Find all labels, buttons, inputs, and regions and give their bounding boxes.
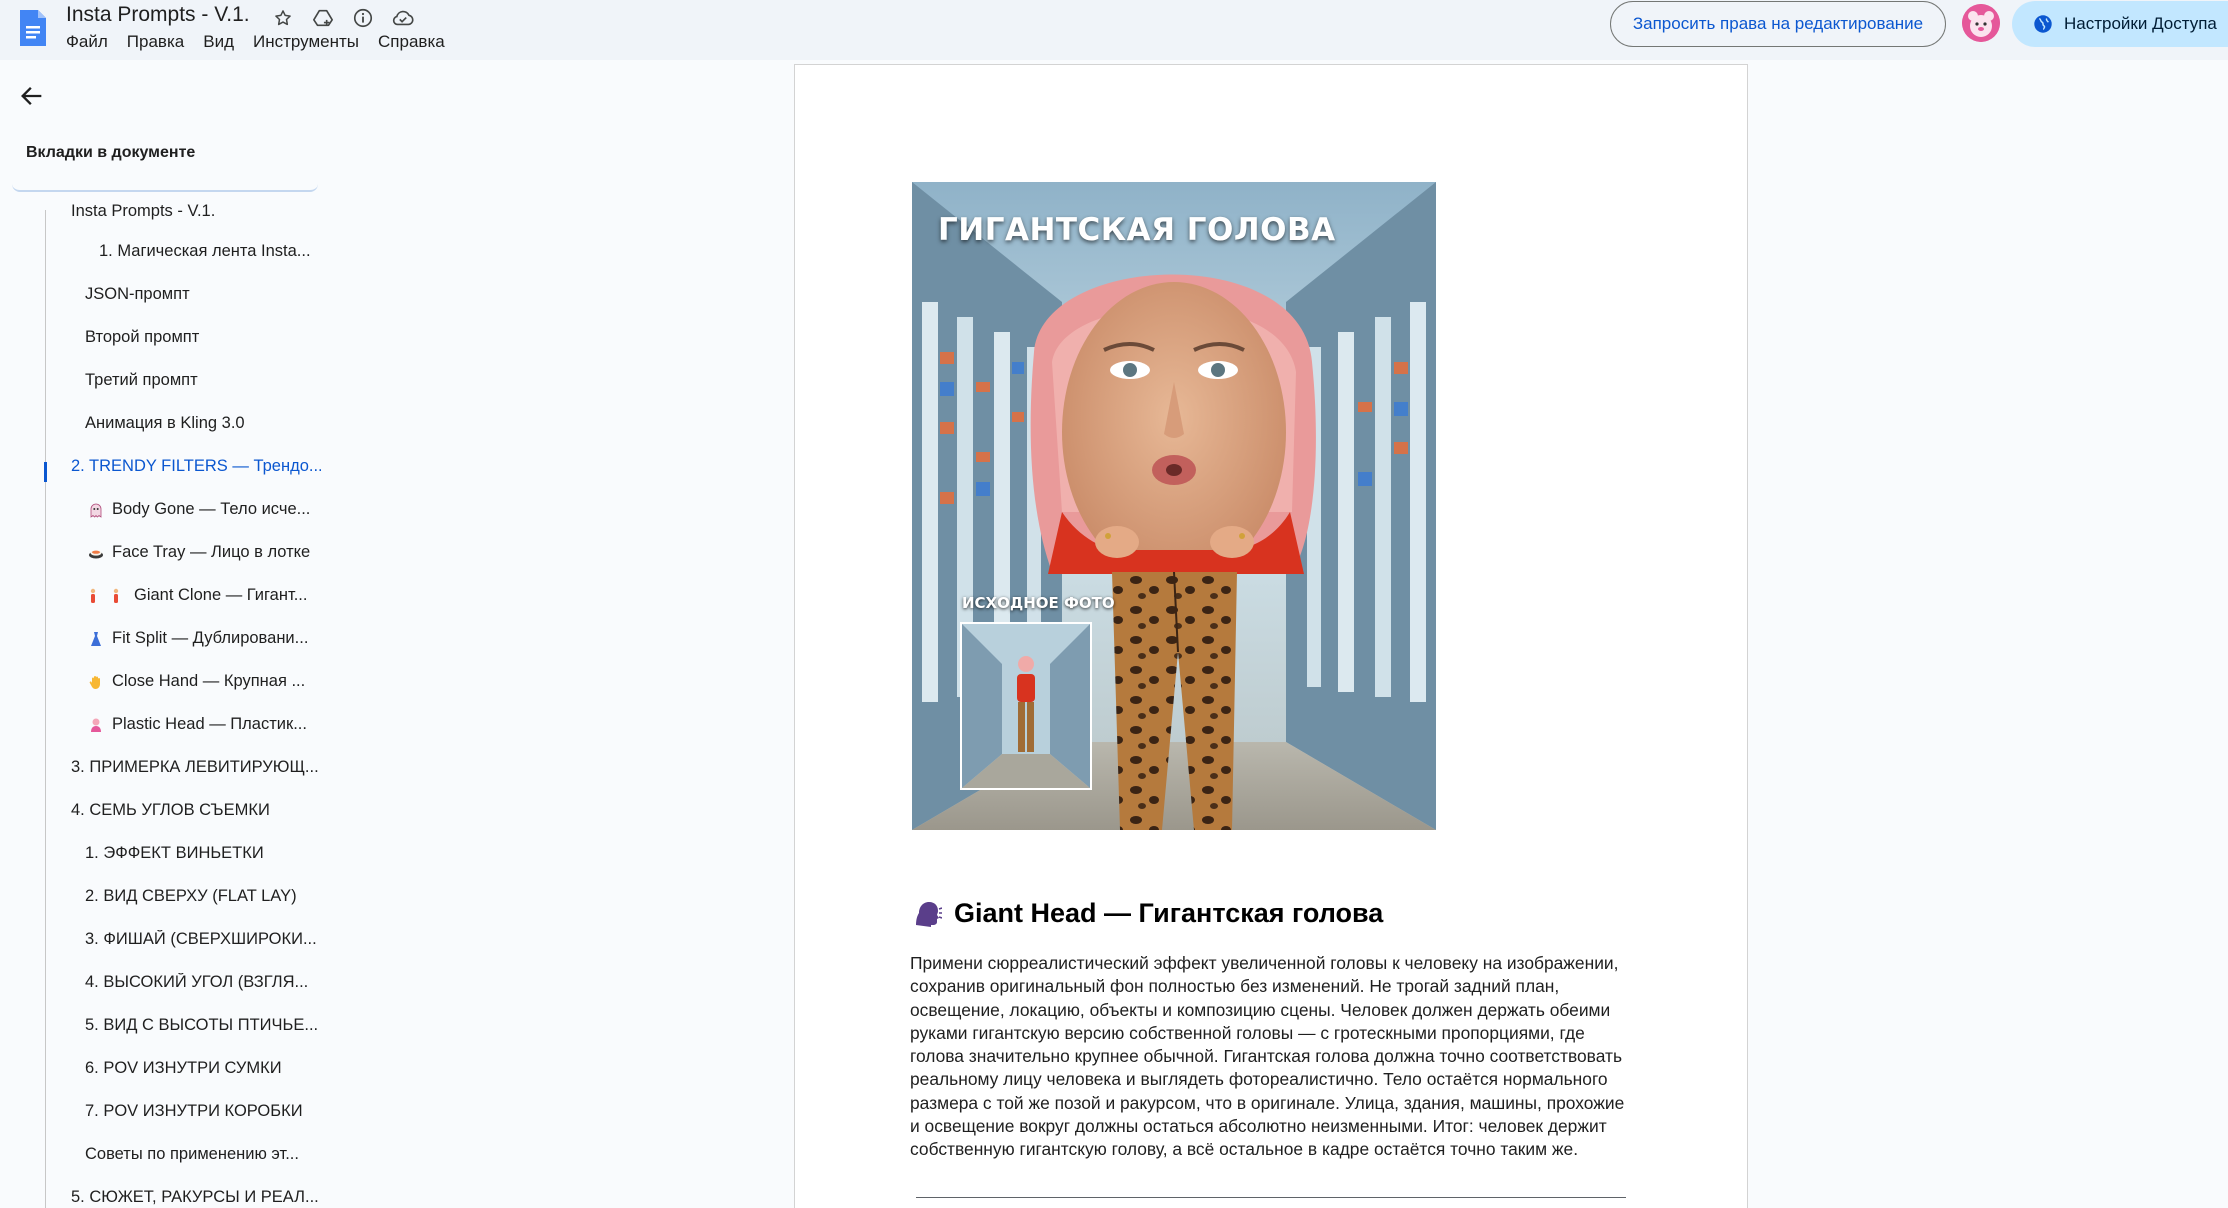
star-icon[interactable]	[270, 5, 296, 31]
tab-face-tray[interactable]: Face Tray — Лицо в лотке	[88, 543, 321, 562]
active-tab-indicator	[44, 462, 47, 482]
tab-seven-angles[interactable]: 4. СЕМЬ УГЛОВ СЪЕМКИ	[71, 801, 321, 820]
tab-label: 2. ВИД СВЕРХУ (FLAT LAY)	[85, 887, 297, 905]
tab-giant-clone[interactable]: Giant Clone — Гигант...	[88, 586, 321, 605]
sidebar-divider	[12, 184, 318, 192]
tab-label: 4. ВЫСОКИЙ УГОЛ (ВЗГЛЯ...	[85, 973, 309, 991]
tab-high-angle[interactable]: 4. ВЫСОКИЙ УГОЛ (ВЗГЛЯ...	[85, 973, 321, 992]
tab-second-prompt[interactable]: Второй промпт	[85, 328, 321, 347]
tab-insta-prompts[interactable]: Insta Prompts - V.1.	[71, 202, 321, 221]
tab-label: 1. ЭФФЕКТ ВИНЬЕТКИ	[85, 844, 264, 862]
tab-vignette-effect[interactable]: 1. ЭФФЕКТ ВИНЬЕТКИ	[85, 844, 321, 863]
body-line: освещение, локацию, объекты и композицию…	[910, 999, 1611, 1020]
giant-head-example-image[interactable]: ГИГАНТСКАЯ ГОЛОВА ИСХОДНОЕ ФОТО	[912, 182, 1436, 830]
tab-label: Второй промпт	[85, 328, 200, 346]
tab-label: Анимация в Kling 3.0	[85, 414, 245, 432]
document-tabs-sidebar: Вкладки в документе Insta Prompts - V.1.…	[0, 60, 330, 1208]
body-line: собственную гигантскую голову, а всё ост…	[910, 1139, 1579, 1160]
horizontal-rule	[916, 1197, 1626, 1198]
globe-icon	[2034, 15, 2052, 33]
tab-fisheye[interactable]: 3. ФИШАЙ (СВЕРХШИРОКИ...	[85, 930, 321, 949]
tab-close-hand[interactable]: Close Hand — Крупная ...	[88, 672, 321, 691]
back-arrow-icon[interactable]	[18, 82, 46, 110]
body-line: и освещение вокруг должны остаться абсол…	[910, 1116, 1607, 1137]
body-line: голова значительно крупнее обычной. Гига…	[910, 1046, 1623, 1067]
inset-label: ИСХОДНОЕ ФОТО	[962, 594, 1115, 612]
tab-plot-angles[interactable]: 5. СЮЖЕТ, РАКУРСЫ И РЕАЛ...	[71, 1188, 321, 1207]
tab-flat-lay[interactable]: 2. ВИД СВЕРХУ (FLAT LAY)	[85, 887, 321, 906]
speaking-head-emoji-icon	[916, 901, 942, 927]
tab-label: 7. POV ИЗНУТРИ КОРОБКИ	[85, 1102, 303, 1120]
tab-label: 2. TRENDY FILTERS — Трендо...	[71, 457, 321, 475]
body-line: руками гигантскую версию собственной гол…	[910, 1022, 1585, 1043]
menu-bar: Файл Правка Вид Инструменты Справка	[66, 32, 464, 52]
tab-fit-split[interactable]: Fit Split — Дублировани...	[88, 629, 321, 648]
tab-label: 1. Магическая лента Insta...	[99, 242, 311, 260]
tab-label: Close Hand — Крупная ...	[112, 672, 306, 690]
tab-tips[interactable]: Советы по применению эт...	[85, 1145, 321, 1164]
section-heading: Giant Head — Гигантская голова	[912, 898, 1383, 929]
sidebar-heading: Вкладки в документе	[26, 144, 196, 161]
tab-label: 4. СЕМЬ УГЛОВ СЪЕМКИ	[71, 801, 270, 819]
tab-label: Face Tray — Лицо в лотке	[112, 543, 311, 561]
body-line: реальному лицу человека и выглядеть фото…	[910, 1069, 1608, 1090]
share-settings-label: Настройки Доступа	[2064, 14, 2217, 33]
tab-label: Body Gone — Тело исче...	[112, 500, 311, 518]
doll-emoji-icon	[91, 718, 101, 732]
body-line: размера с той же позой и ракурсом, что в…	[910, 1092, 1625, 1113]
tab-label: Третий промпт	[85, 371, 198, 389]
info-icon[interactable]	[350, 5, 376, 31]
document-title[interactable]: Insta Prompts - V.1.	[66, 3, 250, 27]
top-bar: Insta Prompts - V.1. Файл Правка Вид Инс…	[0, 0, 2228, 60]
menu-edit[interactable]: Правка	[127, 32, 184, 52]
title-icons	[270, 5, 416, 31]
cloud-saved-icon[interactable]	[390, 5, 416, 31]
tab-label: Fit Split — Дублировани...	[112, 629, 309, 647]
tab-kling-animation[interactable]: Анимация в Kling 3.0	[85, 414, 321, 433]
tab-label: Советы по применению эт...	[85, 1145, 299, 1163]
tab-label: 3. ФИШАЙ (СВЕРХШИРОКИ...	[85, 930, 317, 948]
tab-trendy-filters[interactable]: 2. TRENDY FILTERS — Трендо...	[71, 457, 321, 476]
tab-magic-feed[interactable]: 1. Магическая лента Insta...	[99, 242, 321, 261]
menu-view[interactable]: Вид	[203, 32, 234, 52]
docs-logo-icon[interactable]	[18, 8, 48, 48]
tab-pov-box[interactable]: 7. POV ИЗНУТРИ КОРОБКИ	[85, 1102, 321, 1121]
body-line: сохранив оригинальный фон полностью без …	[910, 976, 1560, 997]
share-settings-button[interactable]: Настройки Доступа	[2012, 1, 2228, 47]
tree-line	[45, 210, 46, 1208]
tab-label: Plastic Head — Пластик...	[112, 715, 307, 733]
tab-json-prompt[interactable]: JSON-промпт	[85, 285, 321, 304]
tab-label: Giant Clone — Гигант...	[134, 586, 308, 604]
tab-label: JSON-промпт	[85, 285, 190, 303]
two-people-emoji-icon	[90, 588, 119, 603]
tab-label: 5. СЮЖЕТ, РАКУРСЫ И РЕАЛ...	[71, 1188, 319, 1206]
tab-pov-bag[interactable]: 6. POV ИЗНУТРИ СУМКИ	[85, 1059, 321, 1078]
original-photo-inset	[960, 622, 1092, 790]
tab-plastic-head[interactable]: Plastic Head — Пластик...	[88, 715, 321, 734]
hand-emoji-icon	[89, 675, 100, 689]
tab-label: Insta Prompts - V.1.	[71, 202, 216, 220]
menu-file[interactable]: Файл	[66, 32, 108, 52]
body-line: Примени сюрреалистический эффект увеличе…	[910, 953, 1619, 973]
sushi-emoji-icon	[89, 549, 103, 558]
tab-body-gone[interactable]: Body Gone — Тело исче...	[88, 500, 321, 519]
dress-emoji-icon	[91, 631, 101, 646]
section-heading-text: Giant Head — Гигантская голова	[954, 898, 1384, 928]
request-edit-access-button[interactable]: Запросить права на редактирование	[1610, 1, 1946, 47]
ghost-emoji-icon	[90, 503, 102, 518]
tab-label: 6. POV ИЗНУТРИ СУМКИ	[85, 1059, 282, 1077]
menu-tools[interactable]: Инструменты	[253, 32, 359, 52]
tab-birds-eye[interactable]: 5. ВИД С ВЫСОТЫ ПТИЧЬЕ...	[85, 1016, 321, 1035]
move-to-drive-icon[interactable]	[310, 5, 336, 31]
prompt-body-text[interactable]: Примени сюрреалистический эффект увеличе…	[910, 952, 1640, 1162]
menu-help[interactable]: Справка	[378, 32, 445, 52]
tab-levitating-fitting[interactable]: 3. ПРИМЕРКА ЛЕВИТИРУЮЩ...	[71, 758, 321, 777]
avatar[interactable]	[1962, 4, 2000, 42]
tab-label: 3. ПРИМЕРКА ЛЕВИТИРУЮЩ...	[71, 758, 319, 776]
tab-label: 5. ВИД С ВЫСОТЫ ПТИЧЬЕ...	[85, 1016, 319, 1034]
tab-third-prompt[interactable]: Третий промпт	[85, 371, 321, 390]
image-title: ГИГАНТСКАЯ ГОЛОВА	[938, 212, 1336, 248]
